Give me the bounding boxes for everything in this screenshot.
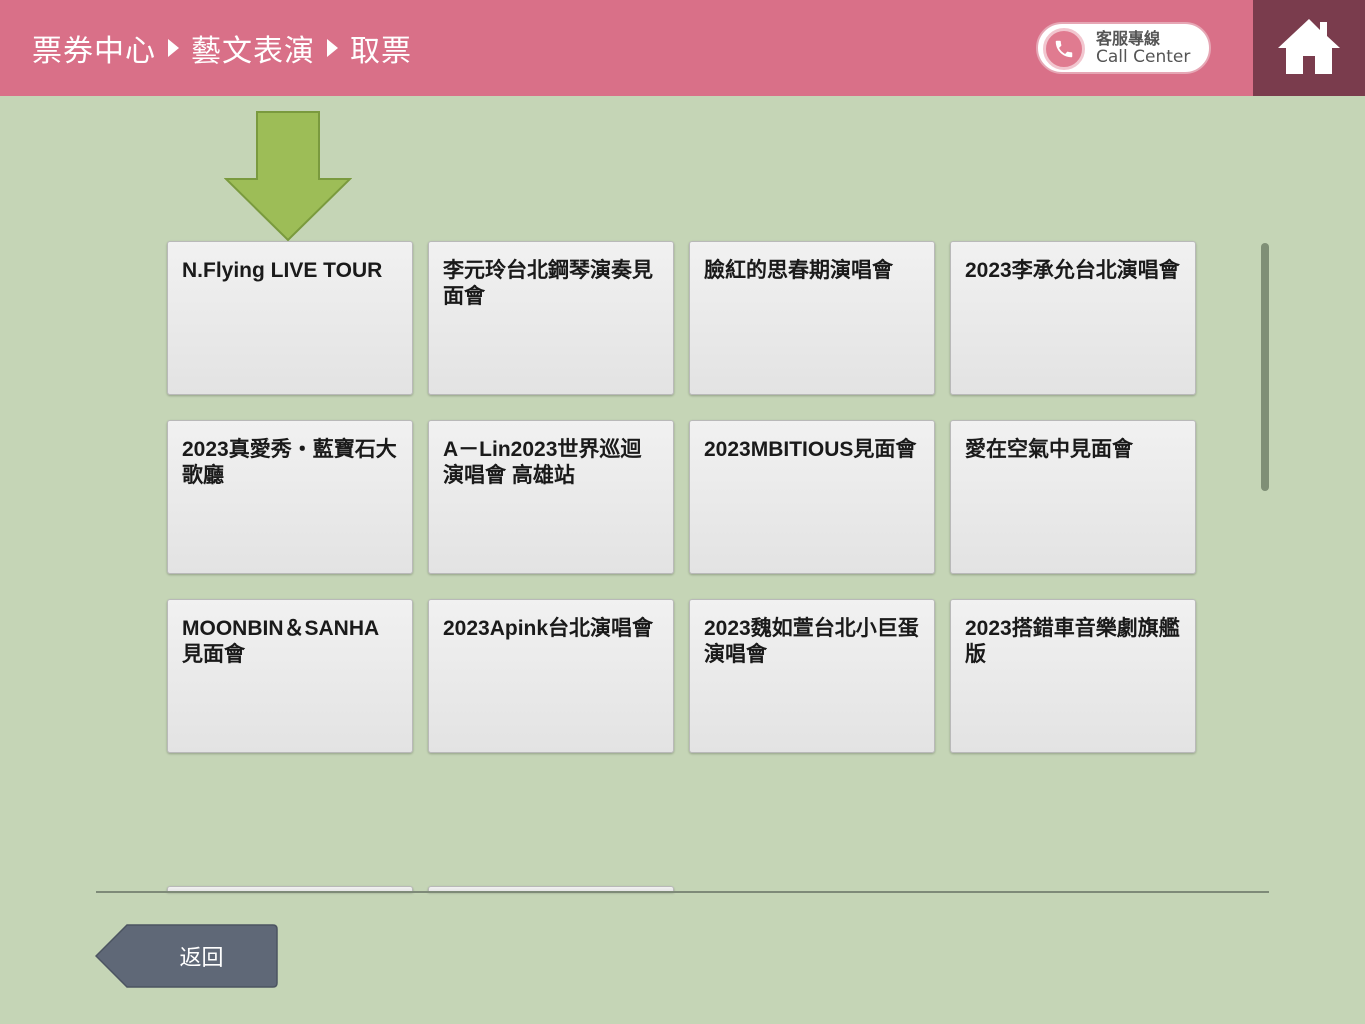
event-title: A－Lin2023世界巡迴演唱會 高雄站	[443, 438, 642, 487]
event-title: 2023MBITIOUS見面會	[704, 438, 917, 461]
event-card[interactable]: A－Lin2023世界巡迴演唱會 高雄站	[428, 420, 674, 574]
event-title: 臉紅的思春期演唱會	[704, 259, 893, 282]
event-title: 2023真愛秀‧藍寶石大歌廳	[182, 438, 397, 487]
breadcrumb-separator-icon	[327, 39, 338, 57]
event-card[interactable]: 2023李承允台北演唱會	[950, 241, 1196, 395]
divider	[96, 891, 1269, 893]
event-card[interactable]: 李元玲台北鋼琴演奏見面會	[428, 241, 674, 395]
event-title: 2023Apink台北演唱會	[443, 617, 654, 640]
breadcrumb-item-ticket-center[interactable]: 票券中心	[32, 26, 156, 70]
event-title: 2023搭錯車音樂劇旗艦版	[965, 617, 1180, 666]
event-card[interactable]: 2023搭錯車音樂劇旗艦版	[950, 599, 1196, 753]
breadcrumb-item-pickup: 取票	[350, 34, 412, 69]
event-card[interactable]: 2023真愛秀‧藍寶石大歌廳	[167, 420, 413, 574]
event-title: 愛在空氣中見面會	[965, 438, 1133, 461]
phone-icon	[1043, 28, 1085, 70]
event-card[interactable]: 2023Apink台北演唱會	[428, 599, 674, 753]
event-card[interactable]: 愛在空氣中見面會	[950, 420, 1196, 574]
breadcrumb: 票券中心 藝文表演 取票	[32, 26, 412, 70]
event-card[interactable]: 2023MBITIOUS見面會	[689, 420, 935, 574]
down-arrow-icon	[224, 111, 352, 242]
home-button[interactable]	[1253, 0, 1365, 96]
event-title: 李元玲台北鋼琴演奏見面會	[443, 259, 653, 308]
call-center-label-zh: 客服專線	[1096, 29, 1161, 48]
call-center-button[interactable]: 客服專線 Call Center	[1036, 22, 1211, 74]
scrollbar[interactable]	[1261, 243, 1269, 491]
breadcrumb-separator-icon	[168, 39, 179, 57]
home-icon	[1278, 19, 1340, 74]
event-card[interactable]: N.Flying LIVE TOUR	[167, 241, 413, 395]
top-header: 票券中心 藝文表演 取票 客服專線 Call Center	[0, 0, 1365, 96]
event-card[interactable]: 臉紅的思春期演唱會	[689, 241, 935, 395]
event-title: 2023魏如萱台北小巨蛋演唱會	[704, 617, 919, 666]
event-card[interactable]: MOONBIN＆SANHA見面會	[167, 599, 413, 753]
call-center-label-en: Call Center	[1096, 47, 1191, 67]
breadcrumb-item-performances[interactable]: 藝文表演	[191, 26, 315, 70]
event-title: MOONBIN＆SANHA見面會	[182, 617, 380, 666]
event-title: N.Flying LIVE TOUR	[182, 259, 383, 282]
back-button-label: 返回	[179, 946, 224, 971]
event-card[interactable]: 2023魏如萱台北小巨蛋演唱會	[689, 599, 935, 753]
back-button[interactable]: 返回	[95, 924, 278, 988]
event-title: 2023李承允台北演唱會	[965, 259, 1180, 282]
